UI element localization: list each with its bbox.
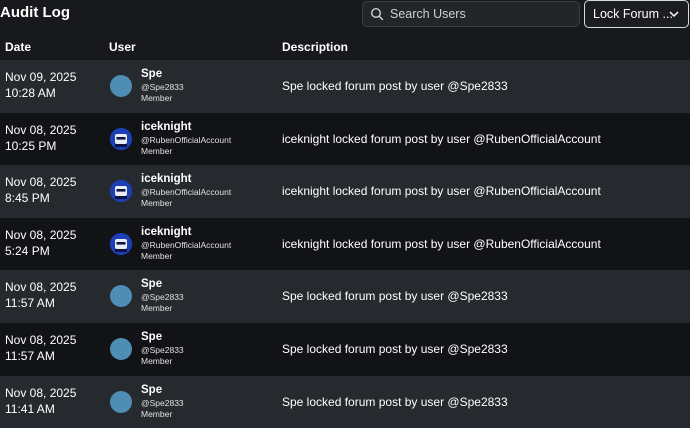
row-date-day: Nov 08, 2025 — [5, 227, 77, 242]
row-date-time: 11:57 AM — [5, 348, 55, 363]
user-name[interactable]: iceknight — [141, 173, 231, 186]
knight-avatar-icon[interactable] — [110, 180, 132, 203]
search-icon — [370, 7, 384, 21]
user-name[interactable]: iceknight — [141, 121, 231, 134]
row-date-day: Nov 08, 2025 — [5, 280, 77, 295]
user-name[interactable]: iceknight — [141, 226, 231, 239]
audit-log-table: Nov 09, 2025 10:28 AM Spe @Spe2833 Member Spe… — [0, 60, 690, 428]
row-description: iceknight locked forum post by user @Rub… — [282, 184, 601, 199]
row-date: Nov 08, 2025 11:57 AM — [5, 279, 76, 311]
row-date-time: 11:57 AM — [5, 296, 55, 311]
table-row: Nov 08, 2025 11:57 AM Spe @Spe2833 Member Spe… — [0, 322, 690, 376]
search-input[interactable] — [390, 7, 570, 21]
row-date-time: 10:28 AM — [5, 86, 56, 100]
user-name[interactable]: Spe — [141, 68, 184, 81]
row-date: Nov 08, 2025 5:24 PM — [5, 227, 76, 259]
row-date-day: Nov 08, 2025 — [5, 332, 77, 347]
user-role: Member — [141, 250, 173, 261]
row-date-day: Nov 08, 2025 — [5, 122, 77, 137]
knight-avatar-icon[interactable] — [110, 232, 132, 255]
table-row: Nov 09, 2025 10:28 AM Spe @Spe2833 Member Spe… — [0, 60, 690, 113]
action-filter-label: Lock Forum ... — [593, 7, 673, 21]
user-name[interactable]: Spe — [141, 384, 184, 397]
search-box[interactable] — [362, 1, 580, 27]
table-row: Nov 08, 2025 5:24 PM iceknight @RubenOffici… — [0, 217, 690, 271]
table-row: Nov 08, 2025 10:25 PM iceknight @RubenOffic… — [0, 112, 690, 166]
row-date-day: Nov 09, 2025 — [5, 70, 77, 84]
user-role: Member — [141, 303, 173, 314]
page-title: Audit Log — [0, 4, 70, 21]
row-date-time: 8:45 PM — [5, 191, 50, 206]
user-info: iceknight @RubenOfficialAccount Member — [141, 226, 231, 262]
user-role: Member — [141, 355, 173, 366]
row-description: iceknight locked forum post by user @Rub… — [282, 236, 601, 251]
user-info: iceknight @RubenOfficialAccount Member — [141, 121, 231, 157]
column-header-user: User — [109, 40, 136, 54]
row-description: Spe locked forum post by user @Spe2833 — [282, 341, 508, 356]
table-row: Nov 08, 2025 11:57 AM Spe @Spe2833 Member Spe… — [0, 270, 690, 323]
row-description: Spe locked forum post by user @Spe2833 — [282, 79, 508, 93]
user-info: Spe @Spe2833 Member — [141, 68, 184, 104]
avatar[interactable] — [110, 337, 132, 360]
knight-avatar-icon[interactable] — [110, 127, 132, 150]
action-filter-dropdown[interactable]: Lock Forum ... — [584, 0, 689, 28]
table-row: Nov 08, 2025 11:41 AM Spe @Spe2833 Member Spe… — [0, 375, 690, 428]
user-info: iceknight @RubenOfficialAccount Member — [141, 173, 231, 209]
row-date: Nov 08, 2025 11:41 AM — [5, 385, 76, 417]
user-handle: @Spe2833 — [141, 82, 184, 92]
row-date-day: Nov 08, 2025 — [5, 175, 77, 190]
row-description: Spe locked forum post by user @Spe2833 — [282, 394, 508, 409]
row-date: Nov 08, 2025 10:25 PM — [5, 122, 76, 154]
row-date: Nov 09, 2025 10:28 AM — [5, 69, 76, 101]
user-info: Spe @Spe2833 Member — [141, 384, 184, 420]
row-date-time: 11:41 AM — [5, 401, 55, 416]
user-handle: @RubenOfficialAccount — [141, 134, 232, 145]
user-role: Member — [141, 408, 173, 419]
row-date-time: 5:24 PM — [5, 243, 50, 258]
avatar[interactable] — [110, 390, 132, 413]
user-role: Member — [141, 145, 173, 156]
user-handle: @Spe2833 — [141, 292, 184, 303]
user-handle: @Spe2833 — [141, 397, 184, 408]
column-header-description: Description — [282, 40, 349, 54]
avatar[interactable] — [110, 285, 132, 308]
row-date-day: Nov 08, 2025 — [5, 385, 77, 400]
user-name[interactable]: Spe — [141, 331, 184, 344]
table-header: Date User Description — [0, 34, 690, 60]
user-info: Spe @Spe2833 Member — [141, 278, 184, 314]
table-row: Nov 08, 2025 8:45 PM iceknight @RubenOffici… — [0, 165, 690, 218]
user-role: Member — [141, 93, 173, 103]
avatar[interactable] — [110, 75, 132, 97]
user-name[interactable]: Spe — [141, 278, 184, 291]
row-description: iceknight locked forum post by user @Rub… — [282, 131, 601, 146]
chevron-down-icon — [669, 11, 679, 18]
user-handle: @Spe2833 — [141, 344, 184, 355]
row-date: Nov 08, 2025 8:45 PM — [5, 174, 76, 206]
user-handle: @RubenOfficialAccount — [141, 239, 232, 250]
user-handle: @RubenOfficialAccount — [141, 187, 232, 198]
row-date-time: 10:25 PM — [5, 138, 57, 153]
user-info: Spe @Spe2833 Member — [141, 331, 184, 367]
header: Audit Log Lock Forum ... — [0, 0, 690, 34]
column-header-date: Date — [5, 40, 32, 54]
row-description: Spe locked forum post by user @Spe2833 — [282, 289, 508, 304]
row-date: Nov 08, 2025 11:57 AM — [5, 332, 76, 364]
user-role: Member — [141, 198, 173, 209]
